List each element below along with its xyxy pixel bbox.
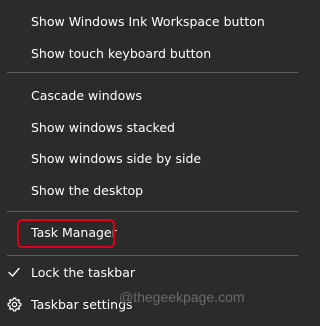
menu-item-cascade-windows[interactable]: Cascade windows bbox=[0, 80, 306, 112]
watermark-text: @thegeekpage.com bbox=[119, 289, 245, 305]
gear-icon bbox=[7, 289, 25, 321]
menu-item-label: Lock the taskbar bbox=[31, 265, 136, 280]
menu-item-show-windows-stacked[interactable]: Show windows stacked bbox=[0, 112, 306, 144]
menu-item-show-ink-workspace-button[interactable]: Show Windows Ink Workspace button bbox=[0, 6, 306, 38]
menu-item-label: Show windows stacked bbox=[31, 120, 175, 135]
checkmark-icon bbox=[7, 257, 25, 289]
menu-item-label: Show touch keyboard button bbox=[31, 46, 212, 61]
task-manager-highlight-box bbox=[17, 219, 115, 248]
menu-item-label: Show the desktop bbox=[31, 183, 144, 198]
menu-item-label: Taskbar settings bbox=[31, 297, 133, 312]
menu-item-lock-the-taskbar[interactable]: Lock the taskbar bbox=[0, 257, 306, 289]
menu-item-label: Cascade windows bbox=[31, 88, 142, 103]
menu-item-label: Show windows side by side bbox=[31, 151, 202, 166]
menu-item-label: Show Windows Ink Workspace button bbox=[31, 14, 265, 29]
taskbar-context-menu: Show Windows Ink Workspace button Show t… bbox=[0, 0, 306, 326]
menu-item-show-windows-side-by-side[interactable]: Show windows side by side bbox=[0, 143, 306, 175]
menu-separator bbox=[7, 255, 298, 256]
menu-separator bbox=[7, 211, 298, 212]
menu-item-show-the-desktop[interactable]: Show the desktop bbox=[0, 175, 306, 207]
menu-separator bbox=[7, 72, 298, 73]
menu-item-show-touch-keyboard-button[interactable]: Show touch keyboard button bbox=[0, 38, 306, 70]
